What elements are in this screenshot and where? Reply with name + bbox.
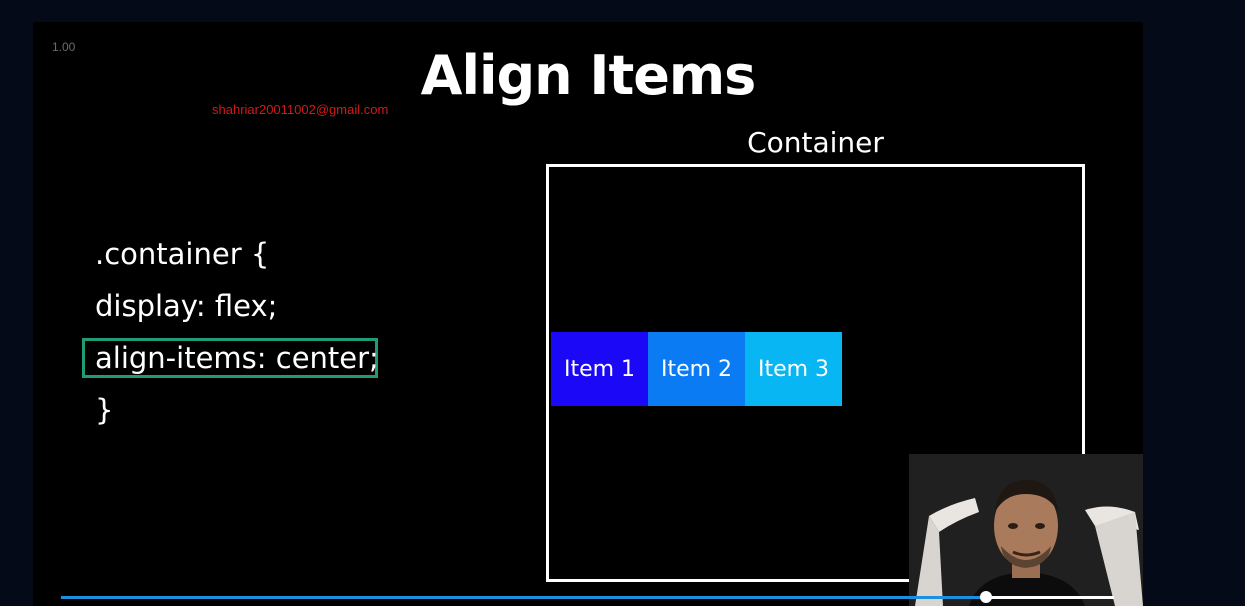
flex-item-1: Item 1 bbox=[551, 332, 648, 406]
code-line-highlighted: align-items: center; bbox=[95, 341, 379, 375]
code-line: } bbox=[95, 393, 114, 427]
code-line: .container { bbox=[95, 237, 270, 271]
presenter-webcam-icon bbox=[909, 454, 1143, 606]
code-line: display: flex; bbox=[95, 289, 278, 323]
video-frame[interactable]: 1.00 Align Items shahriar20011002@gmail.… bbox=[33, 22, 1143, 606]
progress-bar[interactable] bbox=[61, 591, 1114, 603]
progress-thumb[interactable] bbox=[979, 591, 992, 603]
progress-fill bbox=[61, 596, 986, 599]
video-player-page: 1.00 Align Items shahriar20011002@gmail.… bbox=[0, 0, 1245, 606]
flex-items-row: Item 1 Item 2 Item 3 bbox=[551, 332, 842, 406]
flex-item-2: Item 2 bbox=[648, 332, 745, 406]
slide-title: Align Items bbox=[420, 44, 757, 107]
presenter-webcam bbox=[909, 454, 1143, 606]
container-label: Container bbox=[747, 126, 884, 159]
watermark-email: shahriar20011002@gmail.com bbox=[212, 102, 389, 117]
flex-item-3: Item 3 bbox=[745, 332, 842, 406]
